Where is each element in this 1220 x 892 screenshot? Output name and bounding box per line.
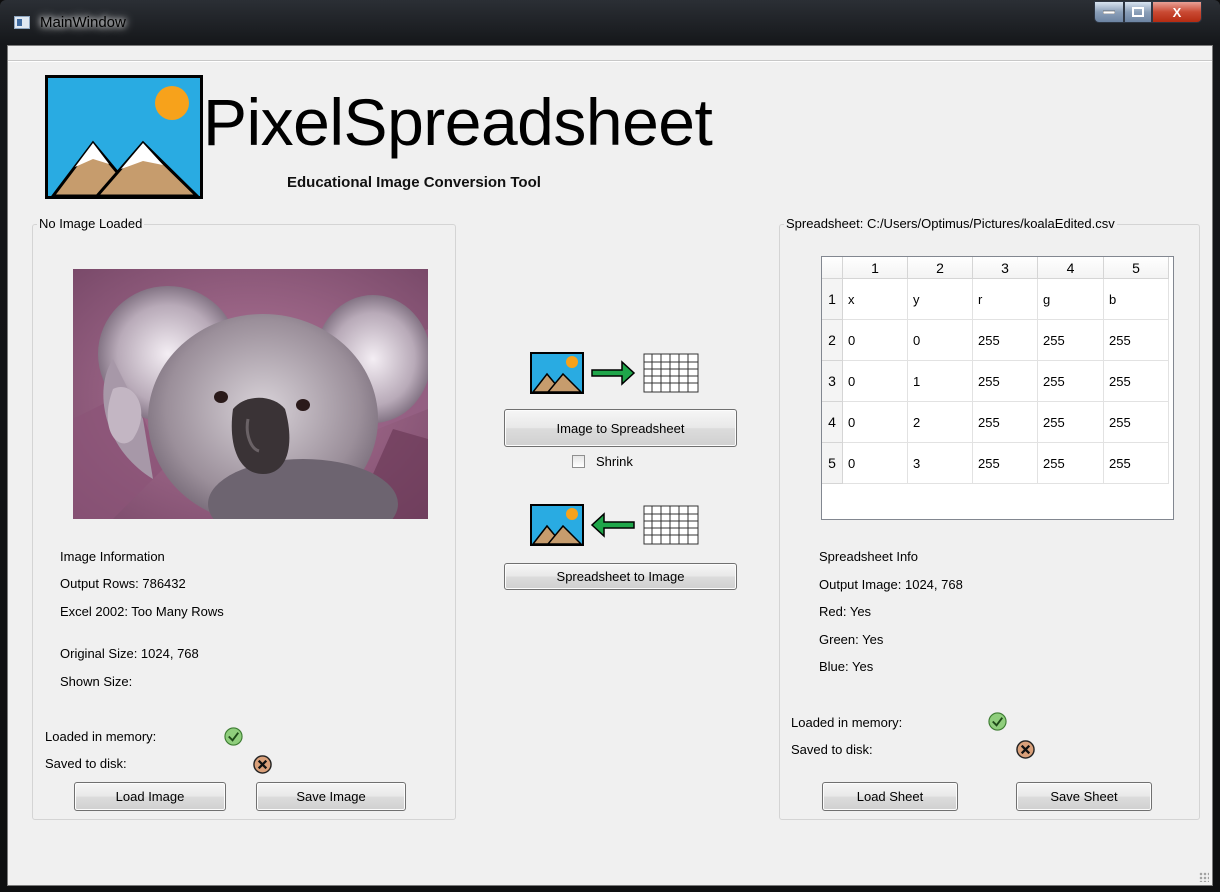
table-cell[interactable]: 255 (1038, 320, 1104, 361)
table-cell[interactable]: 0 (843, 320, 908, 361)
table-cell[interactable]: b (1104, 279, 1169, 320)
row-header[interactable]: 4 (822, 402, 843, 443)
table-cell[interactable]: 0 (843, 443, 908, 484)
table-cell[interactable]: y (908, 279, 973, 320)
resize-grip[interactable] (1199, 872, 1209, 882)
image-excel-warning: Excel 2002: Too Many Rows (60, 604, 224, 619)
row-header[interactable]: 3 (822, 361, 843, 402)
table-cell[interactable]: r (973, 279, 1038, 320)
table-cell[interactable]: 255 (1038, 443, 1104, 484)
table-cell[interactable]: 255 (1104, 361, 1169, 402)
main-client-area: PixelSpreadsheet Educational Image Conve… (7, 45, 1213, 886)
table-corner[interactable] (822, 257, 843, 279)
column-header[interactable]: 3 (973, 257, 1038, 279)
image-info-heading: Image Information (60, 549, 165, 564)
table-cell[interactable]: g (1038, 279, 1104, 320)
loaded-image-preview (73, 269, 428, 519)
column-header[interactable]: 5 (1104, 257, 1169, 279)
sheet-green: Green: Yes (819, 632, 884, 647)
table-cell[interactable]: 255 (973, 361, 1038, 402)
table-cell[interactable]: 255 (973, 443, 1038, 484)
image-saved-label: Saved to disk: (45, 756, 127, 771)
sheet-output-image: Output Image: 1024, 768 (819, 577, 963, 592)
check-icon (988, 712, 1007, 731)
sheet-info-heading: Spreadsheet Info (819, 549, 919, 564)
load-image-button[interactable]: Load Image (74, 782, 226, 811)
grid-icon (643, 353, 699, 393)
arrow-right-icon (591, 360, 636, 386)
close-icon: X (1172, 4, 1182, 20)
app-subtitle: Educational Image Conversion Tool (287, 174, 541, 191)
menu-bar-separator (8, 60, 1212, 62)
table-cell[interactable]: 255 (1104, 402, 1169, 443)
window-title: MainWindow (40, 14, 126, 31)
image-shown-size: Shown Size: (60, 674, 133, 689)
image-panel-title: No Image Loaded (37, 216, 145, 231)
app-brand-title: PixelSpreadsheet (203, 85, 713, 159)
image-icon (530, 352, 584, 394)
spreadsheet-to-image-button[interactable]: Spreadsheet to Image (504, 563, 737, 590)
title-bar[interactable]: MainWindow X (0, 0, 1220, 44)
close-button[interactable]: X (1152, 1, 1202, 23)
app-window-icon (14, 16, 30, 29)
spreadsheet-to-image-graphic (530, 504, 699, 546)
table-cell[interactable]: 0 (843, 402, 908, 443)
sheet-saved-label: Saved to disk: (791, 742, 873, 757)
table-cell[interactable]: 255 (1038, 361, 1104, 402)
image-to-spreadsheet-graphic (530, 352, 699, 394)
minimize-button[interactable] (1094, 1, 1124, 23)
save-sheet-button[interactable]: Save Sheet (1016, 782, 1152, 811)
image-original-size: Original Size: 1024, 768 (60, 646, 199, 661)
image-loaded-label: Loaded in memory: (45, 729, 157, 744)
table-cell[interactable]: 255 (1038, 402, 1104, 443)
column-header[interactable]: 2 (908, 257, 973, 279)
image-to-spreadsheet-button[interactable]: Image to Spreadsheet (504, 409, 737, 447)
spreadsheet-panel-title: Spreadsheet: C:/Users/Optimus/Pictures/k… (784, 216, 1117, 231)
table-header-row: 1 2 3 4 5 (822, 257, 1169, 279)
column-header[interactable]: 1 (843, 257, 908, 279)
shrink-label[interactable]: Shrink (596, 454, 633, 469)
maximize-button[interactable] (1124, 1, 1152, 23)
table-cell[interactable]: 255 (973, 320, 1038, 361)
sheet-loaded-label: Loaded in memory: (791, 715, 903, 730)
row-header[interactable]: 2 (822, 320, 843, 361)
table-cell[interactable]: 255 (1104, 443, 1169, 484)
window-controls: X (1094, 1, 1202, 25)
spreadsheet-table[interactable]: 1 2 3 4 5 1 x y r g b 2 0 0 255 255 255 … (821, 256, 1174, 520)
row-header[interactable]: 1 (822, 279, 843, 320)
table-cell[interactable]: 0 (843, 361, 908, 402)
row-header[interactable]: 5 (822, 443, 843, 484)
table-cell[interactable]: 3 (908, 443, 973, 484)
arrow-left-icon (590, 512, 635, 538)
sheet-red: Red: Yes (819, 604, 872, 619)
maximize-icon (1132, 7, 1144, 17)
app-window: MainWindow X PixelSpreadsheet Educationa… (0, 0, 1220, 892)
x-icon (1016, 740, 1035, 759)
table-cell[interactable]: 2 (908, 402, 973, 443)
image-output-rows: Output Rows: 786432 (60, 576, 186, 591)
grid-icon (643, 505, 699, 545)
x-icon (253, 755, 272, 774)
save-image-button[interactable]: Save Image (256, 782, 406, 811)
minimize-icon (1103, 10, 1115, 14)
sheet-blue: Blue: Yes (819, 659, 874, 674)
table-cell[interactable]: 0 (908, 320, 973, 361)
image-icon (530, 504, 584, 546)
column-header[interactable]: 4 (1038, 257, 1104, 279)
table-cell[interactable]: 255 (973, 402, 1038, 443)
table-cell[interactable]: 255 (1104, 320, 1169, 361)
table-cell[interactable]: x (843, 279, 908, 320)
shrink-checkbox[interactable] (572, 455, 585, 468)
check-icon (224, 727, 243, 746)
load-sheet-button[interactable]: Load Sheet (822, 782, 958, 811)
pixelspreadsheet-logo-icon (45, 75, 203, 199)
table-cell[interactable]: 1 (908, 361, 973, 402)
